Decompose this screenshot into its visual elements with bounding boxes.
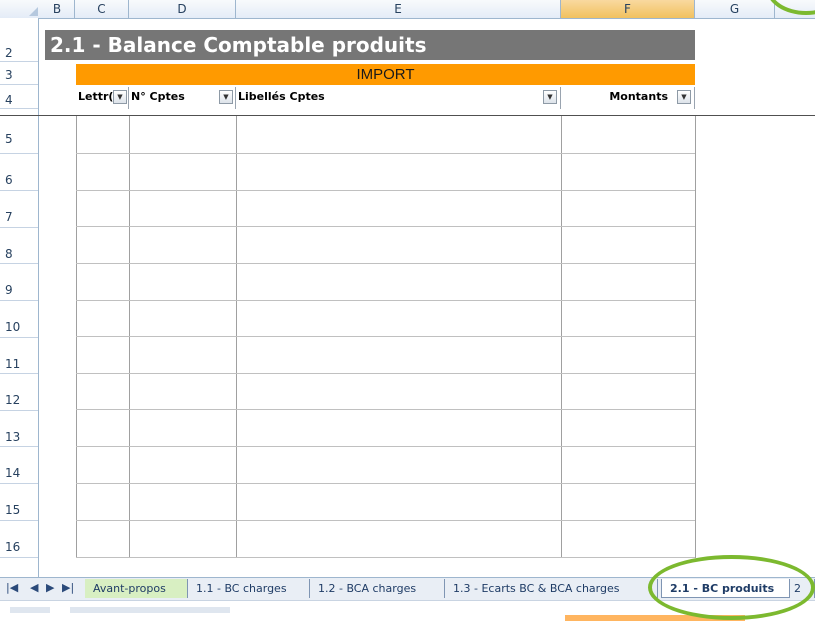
row-header-10[interactable]: 10 <box>0 301 38 338</box>
header-lettrage-label: Lettr( <box>78 90 114 103</box>
header-libelles-comptes-label: Libellés Cptes <box>238 90 325 103</box>
row-header-bar: 2 3 4 5 6 7 8 9 10 11 12 13 14 15 16 <box>0 18 39 578</box>
column-header-bar: B C D E F G <box>0 0 815 19</box>
row-header-4[interactable]: 4 <box>0 85 38 109</box>
table-row[interactable] <box>76 153 695 154</box>
row-header-9[interactable]: 9 <box>0 264 38 301</box>
table-row[interactable] <box>76 557 695 558</box>
column-header-c[interactable]: C <box>75 0 129 18</box>
tab-ecarts-bc-bca-charges[interactable]: 1.3 - Ecarts BC & BCA charges <box>445 579 658 598</box>
status-segment <box>70 607 230 613</box>
header-numero-comptes: N° Cptes ▼ <box>129 87 236 109</box>
header-montants-label: Montants <box>609 90 668 103</box>
highlight-ring <box>648 555 815 620</box>
import-banner: IMPORT <box>76 64 695 85</box>
row-header-7[interactable]: 7 <box>0 191 38 228</box>
row-header-6[interactable]: 6 <box>0 154 38 191</box>
grid-column-line <box>236 116 237 558</box>
row-header-15[interactable]: 15 <box>0 484 38 521</box>
table-row[interactable] <box>76 263 695 264</box>
row-header-16[interactable]: 16 <box>0 521 38 558</box>
filter-dropdown-icon[interactable]: ▼ <box>677 90 691 104</box>
tab-bc-charges[interactable]: 1.1 - BC charges <box>188 579 310 598</box>
corner-triangle-icon <box>29 7 38 16</box>
row-header-13[interactable]: 13 <box>0 411 38 447</box>
data-grid[interactable] <box>76 116 696 558</box>
header-numero-comptes-label: N° Cptes <box>131 90 185 103</box>
grid-column-line <box>129 116 130 558</box>
filter-dropdown-icon[interactable]: ▼ <box>543 90 557 104</box>
table-row[interactable] <box>76 373 695 374</box>
header-montants: Montants ▼ <box>561 87 695 109</box>
row-header-8[interactable]: 8 <box>0 228 38 264</box>
table-row[interactable] <box>76 483 695 484</box>
grid-column-line <box>695 116 696 558</box>
grid-column-line <box>561 116 562 558</box>
column-header-f[interactable]: F <box>561 0 695 18</box>
table-row[interactable] <box>76 520 695 521</box>
table-row[interactable] <box>76 336 695 337</box>
row-header-3[interactable]: 3 <box>0 62 38 85</box>
table-row[interactable] <box>76 190 695 191</box>
table-row[interactable] <box>76 446 695 447</box>
row-header-12[interactable]: 12 <box>0 374 38 411</box>
column-header-d[interactable]: D <box>129 0 236 18</box>
tab-avant-propos[interactable]: Avant-propos <box>85 579 188 598</box>
tab-bca-charges[interactable]: 1.2 - BCA charges <box>310 579 445 598</box>
grid-column-line <box>76 116 77 558</box>
sheet-title: 2.1 - Balance Comptable produits <box>45 30 695 60</box>
status-segment <box>10 607 50 613</box>
column-header-b[interactable]: B <box>40 0 75 18</box>
first-sheet-icon[interactable]: |◀ <box>6 581 18 594</box>
filter-dropdown-icon[interactable]: ▼ <box>219 90 233 104</box>
table-row[interactable] <box>76 409 695 410</box>
table-row[interactable] <box>76 300 695 301</box>
next-sheet-icon[interactable]: ▶ <box>46 581 54 594</box>
table-row[interactable] <box>76 226 695 227</box>
last-sheet-icon[interactable]: ▶| <box>62 581 74 594</box>
row-header-2[interactable]: 2 <box>0 36 38 62</box>
table-header-row: Lettr( ▼ N° Cptes ▼ Libellés Cptes ▼ Mon… <box>76 87 695 109</box>
column-header-g[interactable]: G <box>695 0 775 18</box>
header-libelles-comptes: Libellés Cptes ▼ <box>236 87 561 109</box>
row-header-11[interactable]: 11 <box>0 338 38 374</box>
select-all-corner[interactable] <box>0 0 40 18</box>
column-header-e[interactable]: E <box>236 0 561 18</box>
filter-dropdown-icon[interactable]: ▼ <box>113 90 127 104</box>
row-header-14[interactable]: 14 <box>0 447 38 484</box>
header-lettrage: Lettr( ▼ <box>76 87 129 109</box>
prev-sheet-icon[interactable]: ◀ <box>30 581 38 594</box>
